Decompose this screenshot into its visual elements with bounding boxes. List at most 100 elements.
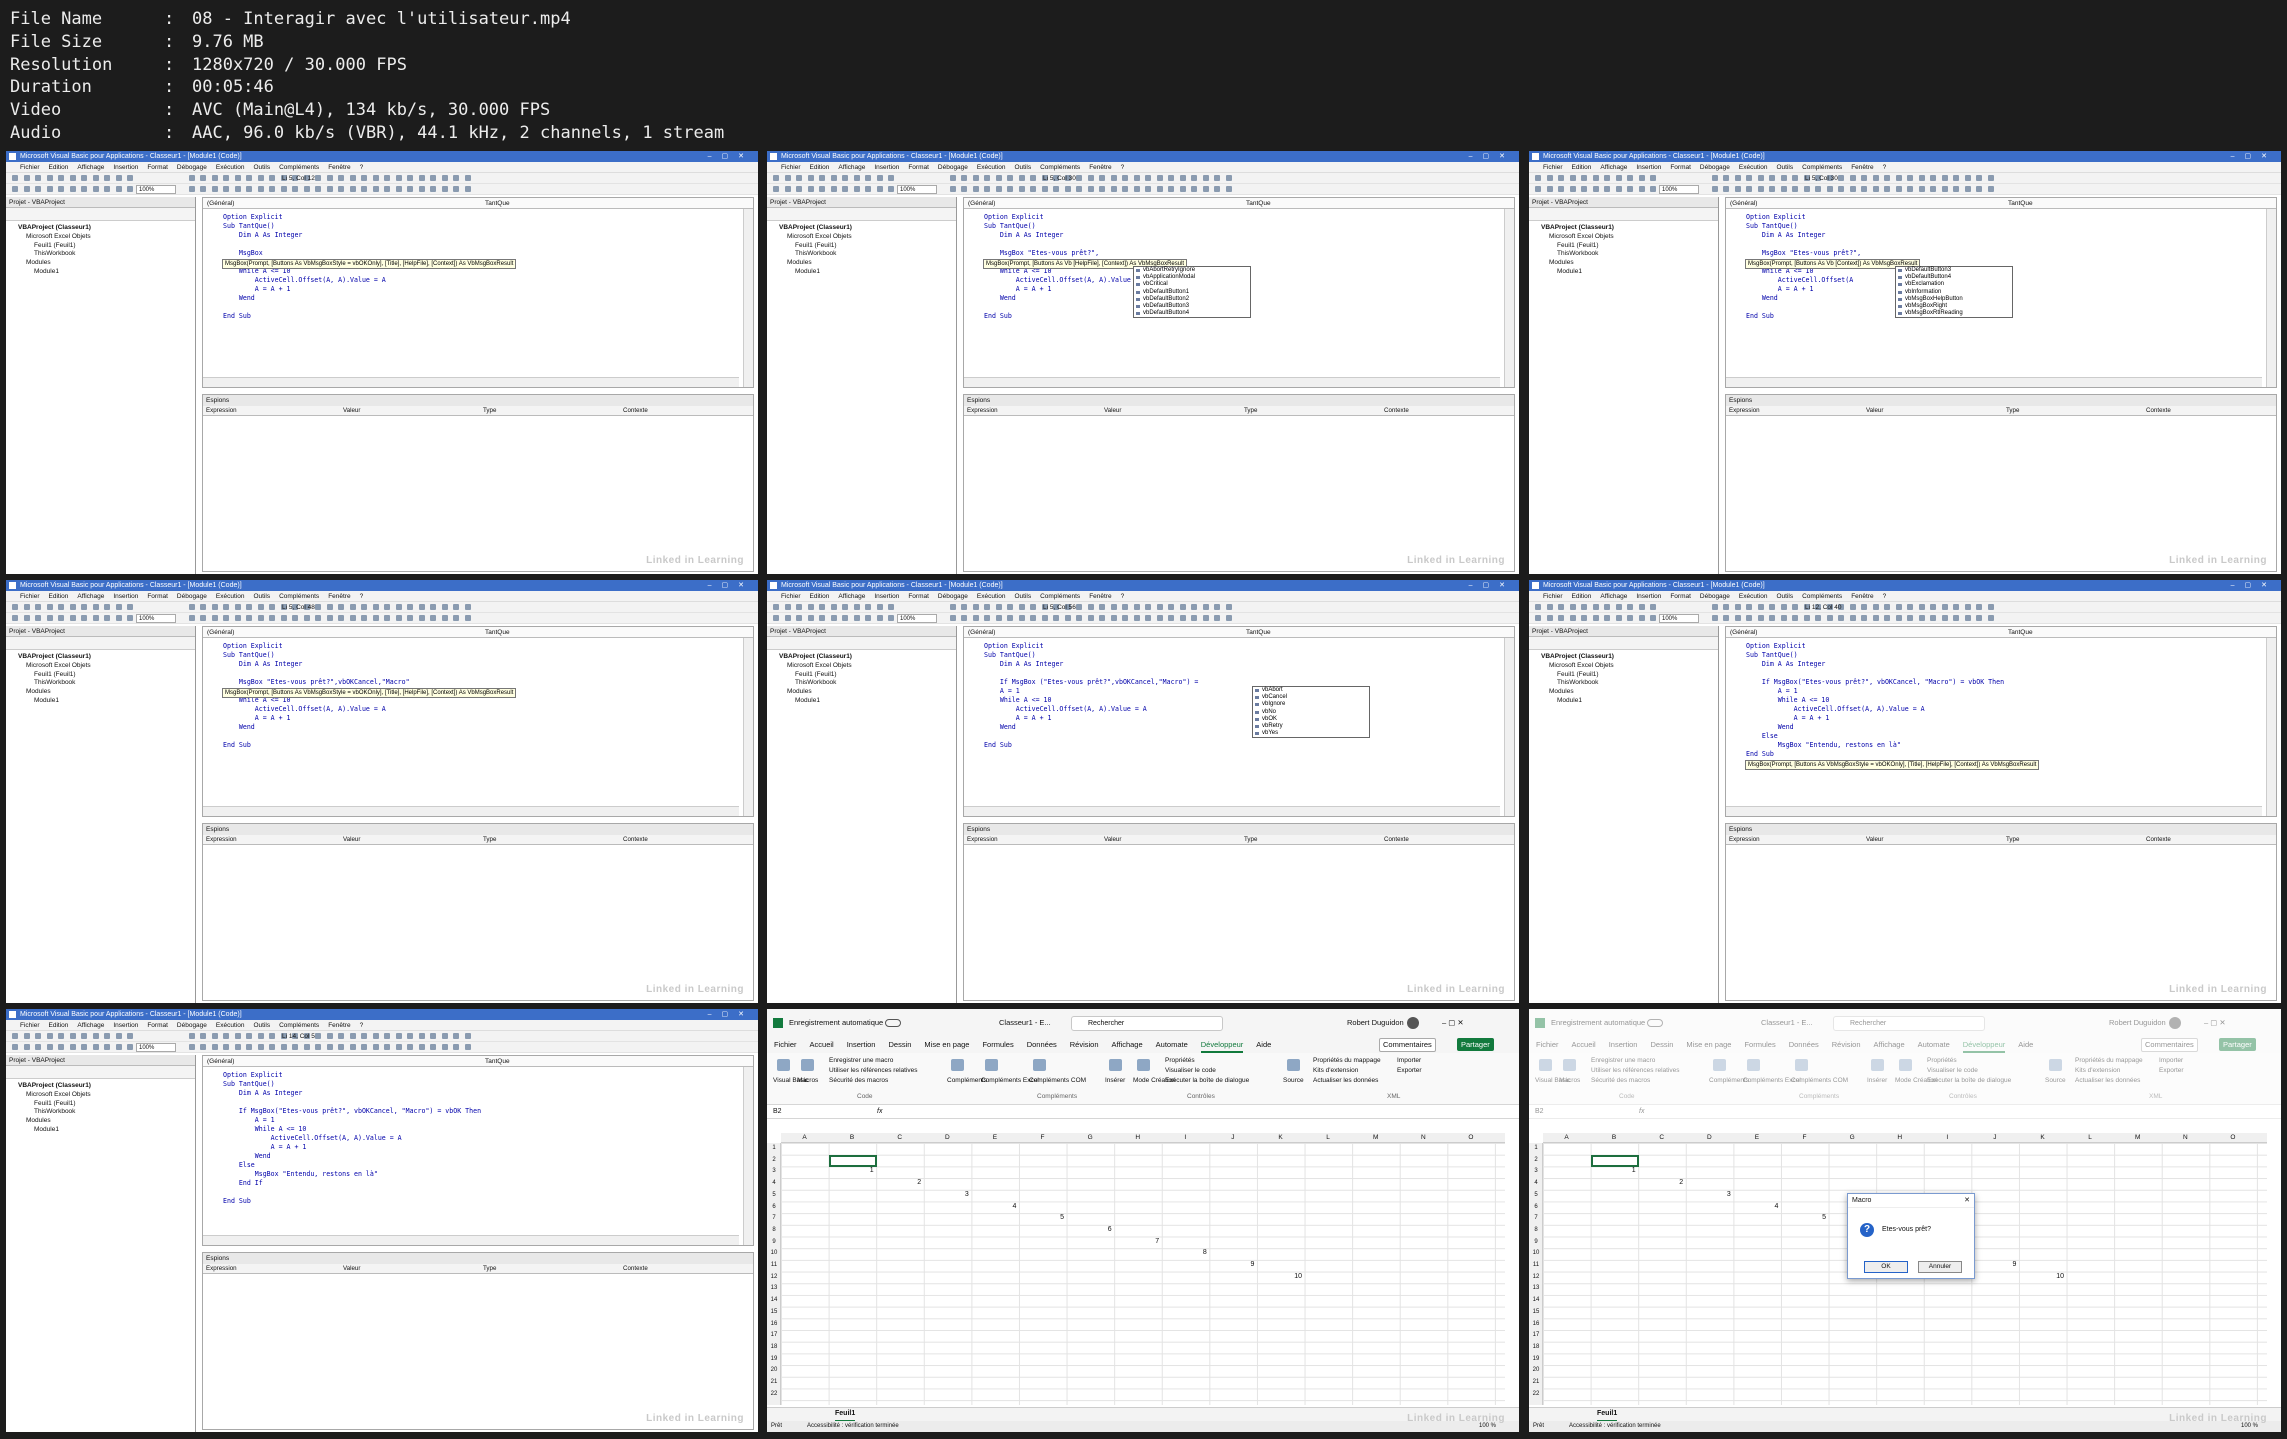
horizontal-scrollbar[interactable] xyxy=(964,377,1500,387)
toolbar-icon[interactable] xyxy=(796,615,802,621)
toolbar-icon[interactable] xyxy=(1861,604,1867,610)
autosave-toggle[interactable] xyxy=(885,1019,901,1027)
toolbar-icon[interactable] xyxy=(1918,186,1925,192)
menu-item[interactable]: Fenêtre xyxy=(1851,591,1873,601)
horizontal-scrollbar[interactable] xyxy=(203,1235,739,1245)
toolbar-icon[interactable] xyxy=(58,175,64,181)
toolbar-icon[interactable] xyxy=(395,1044,402,1050)
toolbar-icon[interactable] xyxy=(1558,175,1564,181)
toolbar-icon[interactable] xyxy=(995,615,1002,621)
zoom-field[interactable]: 100% xyxy=(136,614,176,623)
toolbar-icon[interactable] xyxy=(1711,186,1718,192)
object-dropdown[interactable]: (Général) xyxy=(968,627,995,638)
toolbar-icon[interactable] xyxy=(1007,615,1013,621)
toolbar-icon[interactable] xyxy=(1615,604,1622,610)
toolbar-icon[interactable] xyxy=(361,175,367,181)
row-header[interactable]: 6 xyxy=(767,1204,781,1210)
tree-node[interactable]: Module1 xyxy=(771,697,956,706)
menu-item[interactable]: Insertion xyxy=(874,591,899,601)
toolbar-icon[interactable] xyxy=(1976,175,1982,181)
menu-item[interactable]: Format xyxy=(147,1020,168,1030)
ribbon-button[interactable]: Compléments COM xyxy=(1029,1077,1086,1084)
ribbon-tab[interactable]: Insertion xyxy=(847,1037,876,1053)
menu-item[interactable]: Fenêtre xyxy=(1851,162,1873,172)
autocomplete-item[interactable]: vbDefaultButton3 xyxy=(1134,303,1250,310)
column-header[interactable]: B xyxy=(829,1134,876,1141)
toolbar-icon[interactable] xyxy=(303,615,310,621)
toolbar-icon[interactable] xyxy=(453,1033,459,1039)
search-box[interactable]: Rechercher xyxy=(1071,1016,1223,1031)
tree-node[interactable]: ThisWorkbook xyxy=(771,679,956,688)
toolbar-icon[interactable] xyxy=(1191,615,1197,621)
toolbar-icon[interactable] xyxy=(853,615,860,621)
toolbar-icon[interactable] xyxy=(1030,175,1036,181)
toolbar-icon[interactable] xyxy=(1076,604,1082,610)
toolbar-icon[interactable] xyxy=(949,175,956,181)
toolbar-icon[interactable] xyxy=(315,604,321,610)
toolbar-icon[interactable] xyxy=(23,175,30,181)
row-header[interactable]: 8 xyxy=(767,1227,781,1233)
toolbar-icon[interactable] xyxy=(12,186,18,192)
row-header[interactable]: 17 xyxy=(767,1332,781,1338)
toolbar-icon[interactable] xyxy=(384,175,390,181)
ribbon-button[interactable]: Enregistrer une macro xyxy=(829,1057,893,1064)
toolbar-icon[interactable] xyxy=(223,186,229,192)
toolbar-icon[interactable] xyxy=(1792,604,1798,610)
toolbar-icon[interactable] xyxy=(384,186,390,192)
toolbar-icon[interactable] xyxy=(1076,186,1082,192)
column-header[interactable]: M xyxy=(1352,1134,1399,1141)
procedure-dropdown[interactable]: TantQue xyxy=(2008,627,2033,638)
horizontal-scrollbar[interactable] xyxy=(203,806,739,816)
toolbar-icon[interactable] xyxy=(127,1033,133,1039)
ribbon-button[interactable]: Kits d'extension xyxy=(1313,1067,1358,1074)
toolbar-icon[interactable] xyxy=(338,1044,344,1050)
toolbar-icon[interactable] xyxy=(1918,604,1925,610)
toolbar-icon[interactable] xyxy=(1191,186,1197,192)
menu-item[interactable]: Fenêtre xyxy=(1089,591,1111,601)
window-controls-icon[interactable]: –▢✕ xyxy=(708,1009,754,1020)
toolbar-icon[interactable] xyxy=(1535,186,1541,192)
ribbon-tab[interactable]: Aide xyxy=(1256,1037,1271,1053)
menu-item[interactable]: Outils xyxy=(253,1020,270,1030)
toolbar-icon[interactable] xyxy=(1168,175,1174,181)
toolbar-icon[interactable] xyxy=(1953,186,1959,192)
row-header[interactable]: 19 xyxy=(767,1356,781,1362)
toolbar-icon[interactable] xyxy=(46,186,53,192)
zoom-field[interactable]: 100% xyxy=(136,1043,176,1052)
object-dropdown[interactable]: (Général) xyxy=(207,1056,234,1067)
toolbar-icon[interactable] xyxy=(830,186,837,192)
ribbon-tab[interactable]: Formules xyxy=(982,1037,1013,1053)
menu-item[interactable]: Affichage xyxy=(838,162,865,172)
toolbar-icon[interactable] xyxy=(1826,186,1833,192)
toolbar-icon[interactable] xyxy=(1638,175,1645,181)
toolbar-icon[interactable] xyxy=(1941,604,1948,610)
toolbar-icon[interactable] xyxy=(338,604,344,610)
menu-item[interactable]: Edition xyxy=(1572,591,1592,601)
menu-item[interactable]: Outils xyxy=(1776,162,1793,172)
row-header[interactable]: 9 xyxy=(1529,1239,1543,1245)
toolbar-icon[interactable] xyxy=(984,186,990,192)
menu-item[interactable]: Format xyxy=(908,162,929,172)
autocomplete-item[interactable]: vbDefaultButton4 xyxy=(1134,310,1250,317)
toolbar-icon[interactable] xyxy=(1964,604,1971,610)
toolbar-icon[interactable] xyxy=(418,615,425,621)
row-header[interactable]: 14 xyxy=(1529,1297,1543,1303)
toolbar-icon[interactable] xyxy=(1872,175,1879,181)
toolbar-icon[interactable] xyxy=(46,615,53,621)
autocomplete-item[interactable]: vbYes xyxy=(1253,730,1369,737)
toolbar-icon[interactable] xyxy=(1053,615,1059,621)
toolbar-icon[interactable] xyxy=(1214,175,1220,181)
column-header[interactable]: G xyxy=(1829,1134,1876,1141)
toolbar-icon[interactable] xyxy=(127,186,133,192)
name-box[interactable]: B2 xyxy=(773,1105,823,1119)
toolbar-icon[interactable] xyxy=(1638,615,1645,621)
toolbar-icon[interactable] xyxy=(115,615,122,621)
toolbar-icon[interactable] xyxy=(1156,604,1163,610)
toolbar-icon[interactable] xyxy=(81,615,87,621)
toolbar-icon[interactable] xyxy=(1615,615,1622,621)
toolbar-icon[interactable] xyxy=(188,175,195,181)
toolbar-icon[interactable] xyxy=(188,604,195,610)
toolbar-icon[interactable] xyxy=(1907,186,1913,192)
toolbar-icon[interactable] xyxy=(1849,615,1856,621)
column-header[interactable]: I xyxy=(1924,1134,1971,1141)
